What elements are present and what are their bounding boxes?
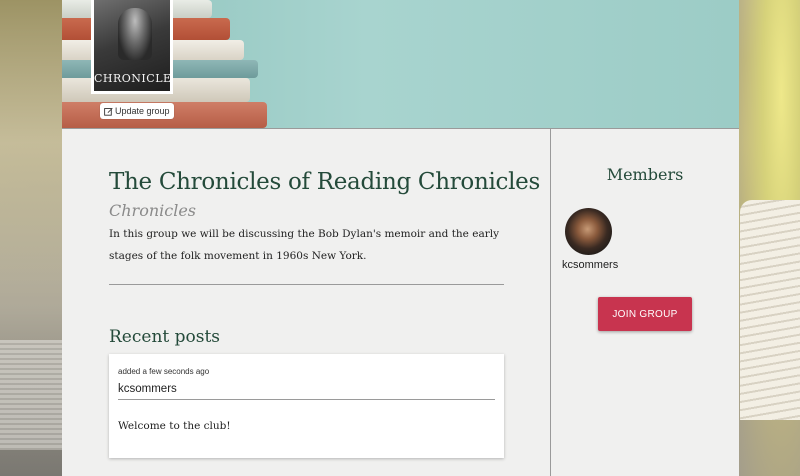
join-group-button[interactable]: JOIN GROUP [598,297,692,331]
background-right-book [738,0,800,476]
post-author[interactable]: kcsommers [118,383,495,400]
group-description: In this group we will be discussing the … [109,228,500,262]
background-left-books [0,0,62,476]
post-card: added a few seconds ago kcsommers Welcom… [109,354,504,458]
group-page: CHRONICLES Update group The Chronicles o… [62,0,739,476]
update-group-label: Update group [115,106,170,116]
section-divider [109,284,504,285]
update-group-button[interactable]: Update group [100,103,174,119]
group-title: The Chronicles of Reading Chronicles [109,169,540,195]
members-heading: Members [606,165,684,184]
group-subtitle: Chronicles [109,201,197,220]
recent-posts-heading: Recent posts [109,327,221,347]
members-panel: Members kcsommers JOIN GROUP [551,129,739,331]
member-name[interactable]: kcsommers [562,259,618,271]
post-body: Welcome to the club! [118,420,231,432]
group-banner: CHRONICLES Update group [62,0,739,129]
group-main: The Chronicles of Reading Chronicles Chr… [109,129,540,458]
edit-icon [104,107,113,116]
cover-title: CHRONICLES [94,72,170,85]
member-avatar[interactable] [565,208,612,255]
post-timestamp: added a few seconds ago [118,367,210,376]
book-cover-image: CHRONICLES [91,0,173,94]
